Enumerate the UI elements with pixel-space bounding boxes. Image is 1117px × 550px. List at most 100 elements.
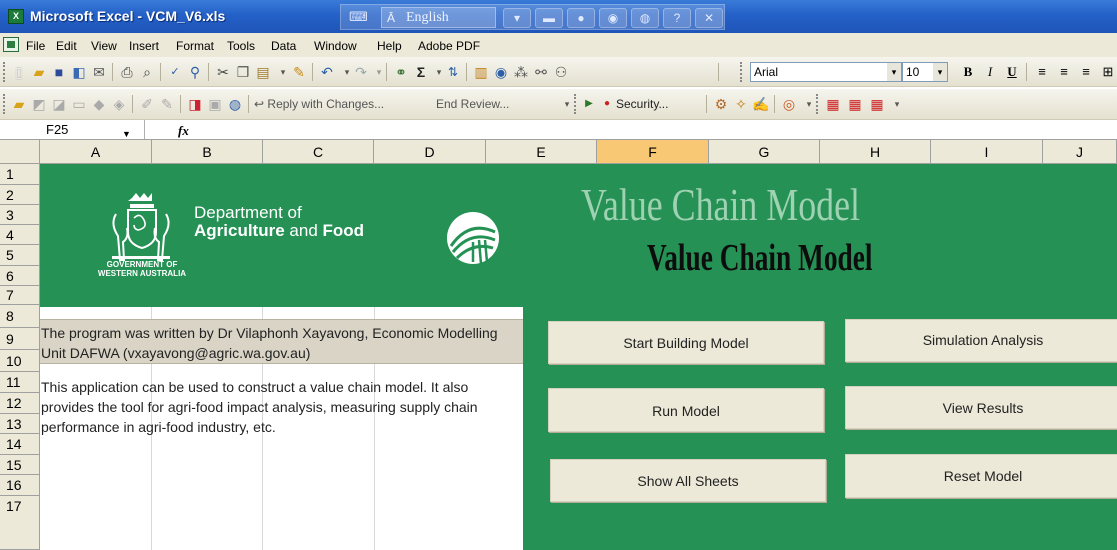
toolbar-grip[interactable] xyxy=(740,62,743,82)
column-header-c[interactable]: C xyxy=(263,140,374,164)
close-icon[interactable]: ✕ xyxy=(695,8,723,28)
start-building-model-button[interactable]: Start Building Model xyxy=(548,321,824,364)
redo-icon[interactable]: ↷ xyxy=(352,63,370,81)
row-header[interactable]: 4 xyxy=(0,225,40,245)
pdf-email-icon[interactable]: ▦ xyxy=(846,95,864,113)
align-right-icon[interactable]: ≡ xyxy=(1076,63,1096,81)
row-header[interactable]: 15 xyxy=(0,455,40,475)
print-preview-icon[interactable]: ⌕ xyxy=(138,63,156,81)
paste-icon[interactable]: ▤ xyxy=(254,63,272,81)
menu-format[interactable]: Format xyxy=(176,39,214,53)
delete-comment-icon[interactable]: ◈ xyxy=(110,95,128,113)
chart-wizard-icon[interactable]: ▥ xyxy=(472,63,490,81)
help-icon[interactable]: ? xyxy=(663,8,691,28)
font-size-combo[interactable]: 10 ▾ xyxy=(902,62,948,82)
underline-button[interactable]: U xyxy=(1002,63,1022,81)
send-icon[interactable]: ◍ xyxy=(226,95,244,113)
next-comment-icon[interactable]: ◪ xyxy=(50,95,68,113)
column-header-e[interactable]: E xyxy=(486,140,597,164)
language-button[interactable]: Ā English xyxy=(381,7,496,28)
script-editor-icon[interactable]: ✍ xyxy=(752,95,770,113)
cut-icon[interactable]: ✂ xyxy=(214,63,232,81)
handwriting-icon[interactable]: ● xyxy=(567,8,595,28)
name-box[interactable]: F25 ▼ xyxy=(0,120,145,139)
chevron-down-icon[interactable]: ▾ xyxy=(888,95,906,113)
tree-icon[interactable]: ⁂ xyxy=(512,63,530,81)
italic-button[interactable]: I xyxy=(980,63,1000,81)
record-icon[interactable]: ● xyxy=(598,95,616,113)
row-header[interactable]: 5 xyxy=(0,245,40,266)
column-header-d[interactable]: D xyxy=(374,140,486,164)
language-bar[interactable]: ⌨ Ā English ▾ ▬ ● ◉ ◍ ? ✕ xyxy=(340,4,725,30)
previous-comment-icon[interactable]: ◩ xyxy=(30,95,48,113)
menu-view[interactable]: View xyxy=(91,39,117,53)
new-comment-icon[interactable]: ▰ xyxy=(10,95,28,113)
row-header[interactable]: 14 xyxy=(0,434,40,455)
column-header-i[interactable]: I xyxy=(931,140,1043,164)
sort-ascending-icon[interactable]: ⇅ xyxy=(444,63,462,81)
bold-button[interactable]: B xyxy=(958,63,978,81)
print-icon[interactable]: ⎙ xyxy=(118,63,136,81)
menu-insert[interactable]: Insert xyxy=(129,39,159,53)
people-icon[interactable]: ⚇ xyxy=(552,63,570,81)
menu-tools[interactable]: Tools xyxy=(227,39,255,53)
row-header[interactable]: 17 xyxy=(0,496,40,550)
menu-edit[interactable]: Edit xyxy=(56,39,77,53)
new-file-icon[interactable]: ▯ xyxy=(10,63,28,81)
reset-model-button[interactable]: Reset Model xyxy=(845,454,1117,498)
column-header-f[interactable]: F xyxy=(597,140,709,164)
open-folder-icon[interactable]: ▰ xyxy=(30,63,48,81)
merge-center-icon[interactable]: ⊞ xyxy=(1098,63,1117,81)
connector-icon[interactable]: ⚯ xyxy=(532,63,550,81)
row-header[interactable]: 12 xyxy=(0,393,40,414)
font-name-combo[interactable]: Arial xyxy=(750,62,888,82)
menu-adobe-pdf[interactable]: Adobe PDF xyxy=(418,39,480,53)
design-mode-icon[interactable]: ✧ xyxy=(732,95,750,113)
row-header[interactable]: 16 xyxy=(0,475,40,496)
select-all-corner[interactable] xyxy=(0,140,40,164)
menu-data[interactable]: Data xyxy=(271,39,296,53)
show-comment-icon[interactable]: ▭ xyxy=(70,95,88,113)
column-header-h[interactable]: H xyxy=(820,140,931,164)
font-name-dropdown[interactable]: ▾ xyxy=(887,62,902,82)
undo-icon[interactable]: ↶ xyxy=(318,63,336,81)
run-icon[interactable]: ▶ xyxy=(580,95,598,113)
settings-icon[interactable]: ◍ xyxy=(631,8,659,28)
pdf-convert-icon[interactable]: ▦ xyxy=(824,95,842,113)
row-header[interactable]: 6 xyxy=(0,266,40,286)
align-center-icon[interactable]: ≡ xyxy=(1054,63,1074,81)
column-header-b[interactable]: B xyxy=(152,140,263,164)
insert-function-icon[interactable]: fx xyxy=(178,123,189,139)
hyperlink-icon[interactable]: ⚭ xyxy=(392,63,410,81)
pdf-review-icon[interactable]: ▦ xyxy=(868,95,886,113)
column-header-g[interactable]: G xyxy=(709,140,820,164)
chevron-down-icon[interactable]: ▾ xyxy=(503,8,531,28)
ink-icon[interactable]: ✐ xyxy=(138,95,156,113)
control-toolbox-icon[interactable]: ⚙ xyxy=(712,95,730,113)
speech-icon[interactable]: ◉ xyxy=(599,8,627,28)
row-header[interactable]: 1 xyxy=(0,164,40,185)
row-header[interactable]: 8 xyxy=(0,305,40,328)
reply-with-changes-button[interactable]: ↩ Reply with Changes... xyxy=(254,97,384,111)
row-header[interactable]: 11 xyxy=(0,372,40,393)
row-header[interactable]: 2 xyxy=(0,185,40,205)
toolbar-grip[interactable] xyxy=(3,62,6,82)
toolbar-grip[interactable] xyxy=(816,94,819,114)
align-left-icon[interactable]: ≡ xyxy=(1032,63,1052,81)
keyboard-icon[interactable]: ⌨ xyxy=(349,10,368,24)
autosum-icon[interactable]: Σ xyxy=(412,63,430,81)
column-header-a[interactable]: A xyxy=(40,140,152,164)
show-all-comments-icon[interactable]: ◆ xyxy=(90,95,108,113)
minimize-icon[interactable]: ▬ xyxy=(535,8,563,28)
format-painter-icon[interactable]: ✎ xyxy=(290,63,308,81)
delete-ink-icon[interactable]: ✎ xyxy=(158,95,176,113)
show-all-sheets-button[interactable]: Show All Sheets xyxy=(550,459,826,502)
permission-icon[interactable]: ◧ xyxy=(70,63,88,81)
row-header[interactable]: 13 xyxy=(0,414,40,434)
worksheet-cells[interactable]: GOVERNMENT OF WESTERN AUSTRALIA Departme… xyxy=(40,164,1117,550)
document-icon[interactable] xyxy=(3,37,19,52)
security-button[interactable]: Security... xyxy=(616,97,668,111)
simulation-analysis-button[interactable]: Simulation Analysis xyxy=(845,319,1117,362)
menu-help[interactable]: Help xyxy=(377,39,402,53)
spelling-icon[interactable]: ✓ xyxy=(166,63,184,81)
